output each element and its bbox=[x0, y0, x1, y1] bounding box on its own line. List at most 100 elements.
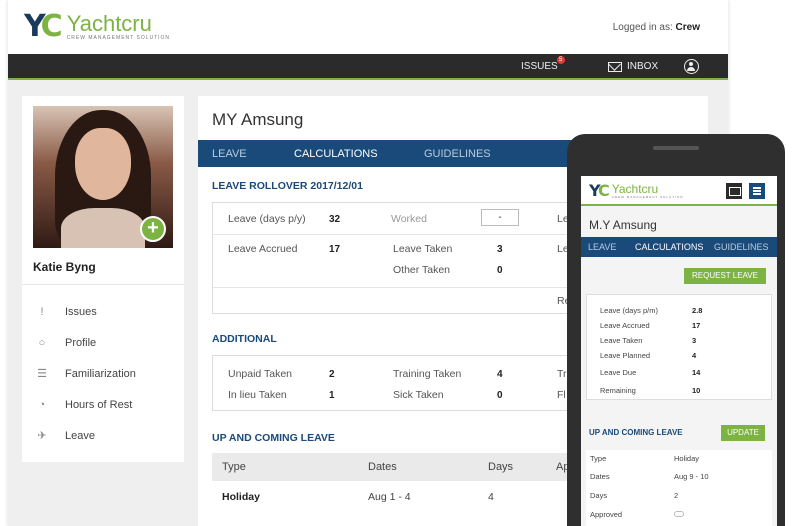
mail-icon[interactable] bbox=[726, 183, 742, 199]
mobile-screen: YC Yachtcru CREW MANAGEMENT SOLUTION M.Y… bbox=[581, 176, 777, 526]
tab-leave[interactable]: LEAVE bbox=[212, 148, 247, 160]
rollover-title: LEAVE ROLLOVER 2017/12/01 bbox=[212, 180, 363, 192]
detail-label: Approved bbox=[590, 510, 623, 519]
issues-count-badge: 5 bbox=[556, 56, 565, 64]
row-type: Holiday bbox=[222, 491, 260, 503]
mobile-header: YC Yachtcru CREW MANAGEMENT SOLUTION bbox=[581, 176, 777, 206]
sidebar-item-issues[interactable]: ! Issues bbox=[35, 296, 136, 327]
leave-days-value: 32 bbox=[329, 214, 341, 225]
truncated-label: Tr bbox=[557, 368, 567, 380]
page-title: MY Amsung bbox=[212, 110, 304, 129]
leave-accrued-value: 17 bbox=[329, 244, 341, 255]
hamburger-menu-icon[interactable] bbox=[749, 183, 765, 199]
plane-icon: ✈ bbox=[37, 429, 47, 442]
stat-value: 14 bbox=[692, 368, 701, 377]
tab-calculations[interactable]: CALCULATIONS bbox=[294, 148, 378, 160]
detail-label: Type bbox=[590, 454, 607, 463]
stat-label: Leave Due bbox=[600, 368, 637, 377]
profile-name: Katie Byng bbox=[33, 260, 96, 274]
detail-label: Days bbox=[590, 491, 608, 500]
detail-label: Dates bbox=[590, 472, 610, 481]
user-icon[interactable] bbox=[684, 59, 699, 74]
nav-inbox[interactable]: INBOX bbox=[608, 61, 658, 72]
inlieu-value: 1 bbox=[329, 390, 335, 401]
leave-taken-label: Leave Taken bbox=[393, 243, 453, 255]
detail-value: 2 bbox=[674, 491, 679, 500]
additional-title: ADDITIONAL bbox=[212, 333, 277, 345]
training-label: Training Taken bbox=[393, 368, 462, 380]
sidebar-item-label: Profile bbox=[65, 336, 97, 349]
sidebar-menu: ! Issues ○ Profile ☰ Familiarization ◔ H… bbox=[35, 296, 136, 451]
row-dates: Aug 1 - 4 bbox=[368, 491, 411, 503]
logo-tagline: CREW MANAGEMENT SOLUTION bbox=[66, 35, 171, 41]
logo-mark-icon: YC bbox=[589, 181, 610, 200]
mobile-page-title: M.Y Amsung bbox=[589, 218, 657, 232]
sick-value: 0 bbox=[497, 390, 503, 401]
profile-sidebar: + Katie Byng ! Issues ○ Profile ☰ Famili… bbox=[22, 96, 184, 462]
logged-in-prefix: Logged in as: bbox=[612, 22, 676, 33]
mobile-leave-details: Type Holiday Dates Aug 9 - 10 Days 2 App… bbox=[586, 450, 772, 526]
stat-label: Leave Taken bbox=[600, 336, 643, 345]
main-navbar: ISSUES 5 INBOX bbox=[8, 54, 728, 80]
stat-value: 17 bbox=[692, 321, 701, 330]
request-leave-button[interactable]: REQUEST LEAVE bbox=[684, 268, 766, 284]
phone-speaker bbox=[653, 146, 699, 150]
stat-value: 10 bbox=[692, 386, 701, 395]
stat-value: 4 bbox=[692, 351, 697, 360]
leave-days-label: Leave (days p/y) bbox=[228, 213, 306, 225]
envelope-icon bbox=[608, 61, 622, 72]
profile-icon: ○ bbox=[38, 336, 46, 349]
sidebar-item-label: Leave bbox=[65, 429, 95, 442]
yachtcru-logo[interactable]: YC Yachtcru CREW MANAGEMENT SOLUTION bbox=[24, 12, 170, 42]
leave-taken-value: 3 bbox=[497, 244, 503, 255]
nav-issues[interactable]: ISSUES 5 bbox=[521, 56, 565, 72]
stat-label: Leave Planned bbox=[600, 351, 651, 360]
top-header: YC Yachtcru CREW MANAGEMENT SOLUTION Log… bbox=[8, 0, 728, 54]
nav-issues-label: ISSUES bbox=[521, 61, 558, 72]
sidebar-item-familiarization[interactable]: ☰ Familiarization bbox=[35, 358, 136, 389]
other-taken-label: Other Taken bbox=[393, 264, 451, 276]
stat-label: Leave Accrued bbox=[600, 321, 650, 330]
mobile-logo[interactable]: YC Yachtcru CREW MANAGEMENT SOLUTION bbox=[589, 181, 684, 200]
logo-name: Yachtcru bbox=[66, 11, 152, 36]
stat-value: 2.8 bbox=[692, 306, 703, 315]
leave-accrued-label: Leave Accrued bbox=[228, 243, 298, 255]
col-days: Days bbox=[488, 461, 514, 473]
sick-label: Sick Taken bbox=[393, 389, 444, 401]
row-days: 4 bbox=[488, 491, 494, 503]
mobile-phone-frame: YC Yachtcru CREW MANAGEMENT SOLUTION M.Y… bbox=[567, 134, 785, 526]
mobile-tab-bar: LEAVE CALCULATIONS GUIDELINES bbox=[581, 237, 777, 257]
training-value: 4 bbox=[497, 369, 503, 380]
detail-value: Holiday bbox=[674, 454, 700, 463]
tab-guidelines[interactable]: GUIDELINES bbox=[424, 148, 491, 160]
worked-label: Worked bbox=[391, 213, 427, 225]
mobile-tab-calculations[interactable]: CALCULATIONS bbox=[635, 242, 703, 252]
nav-inbox-label: INBOX bbox=[627, 61, 659, 72]
stat-value: 3 bbox=[692, 336, 697, 345]
link-icon bbox=[674, 511, 684, 517]
mobile-tab-guidelines[interactable]: GUIDELINES bbox=[714, 242, 769, 252]
divider bbox=[22, 284, 184, 285]
list-icon: ☰ bbox=[37, 367, 47, 380]
sidebar-item-leave[interactable]: ✈ Leave bbox=[35, 420, 136, 451]
inlieu-label: In lieu Taken bbox=[228, 389, 287, 401]
sidebar-item-hours-of-rest[interactable]: ◔ Hours of Rest bbox=[35, 389, 136, 420]
unpaid-value: 2 bbox=[329, 369, 335, 380]
sidebar-item-profile[interactable]: ○ Profile bbox=[35, 327, 136, 358]
mobile-logo-tagline: CREW MANAGEMENT SOLUTION bbox=[611, 195, 684, 199]
update-button[interactable]: UPDATE bbox=[721, 425, 765, 441]
clock-icon: ◔ bbox=[38, 398, 46, 411]
mobile-tab-leave[interactable]: LEAVE bbox=[588, 242, 616, 252]
mobile-logo-name: Yachtcru bbox=[611, 182, 659, 196]
logged-in-status: Logged in as: Crew bbox=[613, 22, 700, 33]
sidebar-item-label: Issues bbox=[65, 305, 97, 318]
logo-mark-icon: YC bbox=[24, 9, 63, 44]
stat-label: Remaining bbox=[600, 386, 636, 395]
add-photo-button[interactable]: + bbox=[140, 216, 166, 242]
other-taken-value: 0 bbox=[497, 265, 503, 276]
truncated-label: Fl bbox=[557, 389, 566, 401]
col-type: Type bbox=[222, 461, 246, 473]
worked-button[interactable]: - bbox=[481, 209, 519, 226]
unpaid-label: Unpaid Taken bbox=[228, 368, 293, 380]
sidebar-item-label: Hours of Rest bbox=[65, 398, 133, 411]
